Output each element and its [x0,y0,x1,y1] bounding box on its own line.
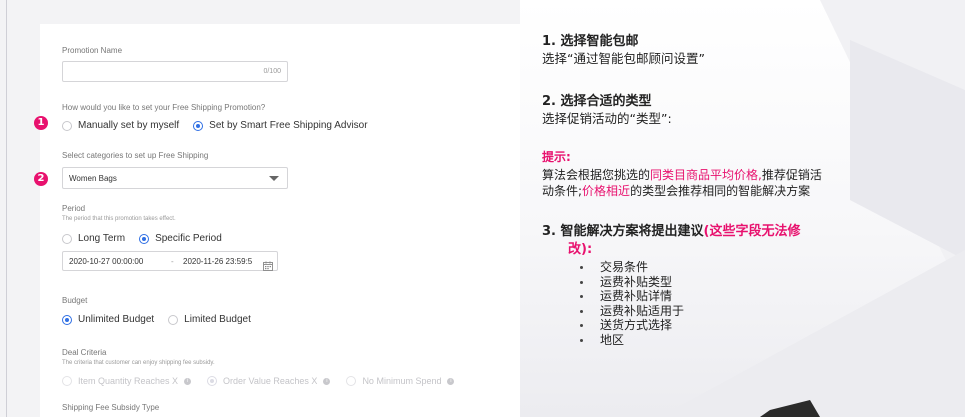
recommendation-list: 交易条件 运费补贴类型 运费补贴详情 运费补贴适用于 送货方式选择 地区 [574,260,684,347]
step1-title: 1. 选择智能包邮 [542,34,639,49]
period-hint: The period that this promotion takes eff… [62,216,176,222]
item-quantity-radio-label: Item Quantity Reaches X [78,376,179,386]
step3-title-text: 3. 智能解决方案将提出建议 [542,224,704,239]
list-item: 运费补贴类型 [574,275,684,290]
limited-budget-radio[interactable] [168,314,179,325]
list-item: 送货方式选择 [574,318,684,333]
setup-method-question: How would you like to set your Free Ship… [62,103,266,112]
manual-radio[interactable] [62,120,72,131]
smart-advisor-radio-label[interactable]: Set by Smart Free Shipping Advisor [209,120,367,131]
order-value-radio [207,376,218,386]
specific-period-radio[interactable] [139,233,150,244]
tip-line-2: 动条件;价格相近的类型会推荐相同的智能解决方案 [542,182,810,199]
list-item: 地区 [574,333,684,348]
smart-advisor-radio[interactable] [193,120,204,131]
category-label: Select categories to set up Free Shippin… [62,151,209,160]
budget-radio-group: Unlimited Budget Limited Budget [62,314,265,325]
no-minimum-radio [346,376,357,386]
step3-note-a: (这些字段无法修 [703,224,801,239]
tip-line-2-highlight: 价格相近 [582,184,631,198]
long-term-radio[interactable] [62,233,72,244]
date-range-separator: - [171,257,174,266]
category-select[interactable]: Women Bags [62,167,288,189]
deal-criteria-hint: The criteria that customer can enjoy shi… [62,360,215,366]
tip-line-1-c: 推荐促销活 [761,168,822,182]
start-date-field[interactable]: 2020-10-27 00:00:00 [69,257,143,266]
step3-note-b: 改): [568,242,593,257]
date-range-picker[interactable]: 2020-10-27 00:00:00 - 2020-11-26 23:59:5 [62,251,278,271]
tip-line-1-highlight: 同类目商品平均价格, [650,168,762,182]
step2-text: 选择促销活动的“类型”: [542,111,672,126]
item-quantity-radio [62,376,72,386]
limited-budget-radio-label[interactable]: Limited Budget [184,314,251,325]
info-icon: i [447,377,455,385]
list-item: 运费补贴适用于 [574,304,684,319]
instruction-panel: 1. 选择智能包邮 选择“通过智能包邮顾问设置” 2. 选择合适的类型 选择促销… [520,0,965,417]
period-radio-group: Long Term Specific Period [62,233,236,244]
tip-line-1: 算法会根据您挑选的同类目商品平均价格,推荐促销活 [542,166,822,183]
tip-line-2-c: 的类型会推荐相同的智能解决方案 [630,184,811,198]
category-select-value: Women Bags [69,174,117,183]
tip-title: 提示: [542,150,571,164]
promotion-form-panel: Promotion Name 0/100 How would you like … [0,0,520,417]
info-icon: i [184,377,192,385]
step1-text: 选择“通过智能包邮顾问设置” [542,51,705,66]
order-value-radio-label: Order Value Reaches X [223,376,318,386]
list-item: 交易条件 [574,260,684,275]
promotion-name-counter: 0/100 [263,68,281,75]
promotion-name-input[interactable]: 0/100 [62,61,288,82]
unlimited-budget-radio[interactable] [62,314,72,325]
step-badge-2: 2 [34,172,48,186]
manual-radio-label[interactable]: Manually set by myself [78,120,179,131]
calendar-icon[interactable] [263,256,273,271]
long-term-radio-label[interactable]: Long Term [78,233,125,244]
deal-criteria-label: Deal Criteria [62,348,107,357]
tip-line-2-a: 动条件; [542,184,583,198]
step2-title: 2. 选择合适的类型 [542,94,652,109]
unlimited-budget-radio-label[interactable]: Unlimited Budget [78,314,154,325]
period-label: Period [62,204,86,213]
step3-title: 3. 智能解决方案将提出建议(这些字段无法修 [542,220,800,239]
budget-label: Budget [62,296,88,305]
no-minimum-radio-label: No Minimum Spend [362,376,442,386]
info-icon: i [323,377,331,385]
end-date-field[interactable]: 2020-11-26 23:59:5 [183,257,252,266]
list-item: 运费补贴详情 [574,289,684,304]
setup-method-radio-group: Manually set by myself Set by Smart Free… [62,120,382,131]
promotion-name-label: Promotion Name [62,46,123,55]
specific-period-radio-label[interactable]: Specific Period [155,233,222,244]
tip-line-1-a: 算法会根据您挑选的 [542,168,651,182]
step-badge-1: 1 [34,116,48,130]
chevron-down-icon [269,176,279,181]
subsidy-type-label: Shipping Fee Subsidy Type [62,403,160,412]
deal-criteria-radio-group: Item Quantity Reaches X i Order Value Re… [62,376,470,386]
